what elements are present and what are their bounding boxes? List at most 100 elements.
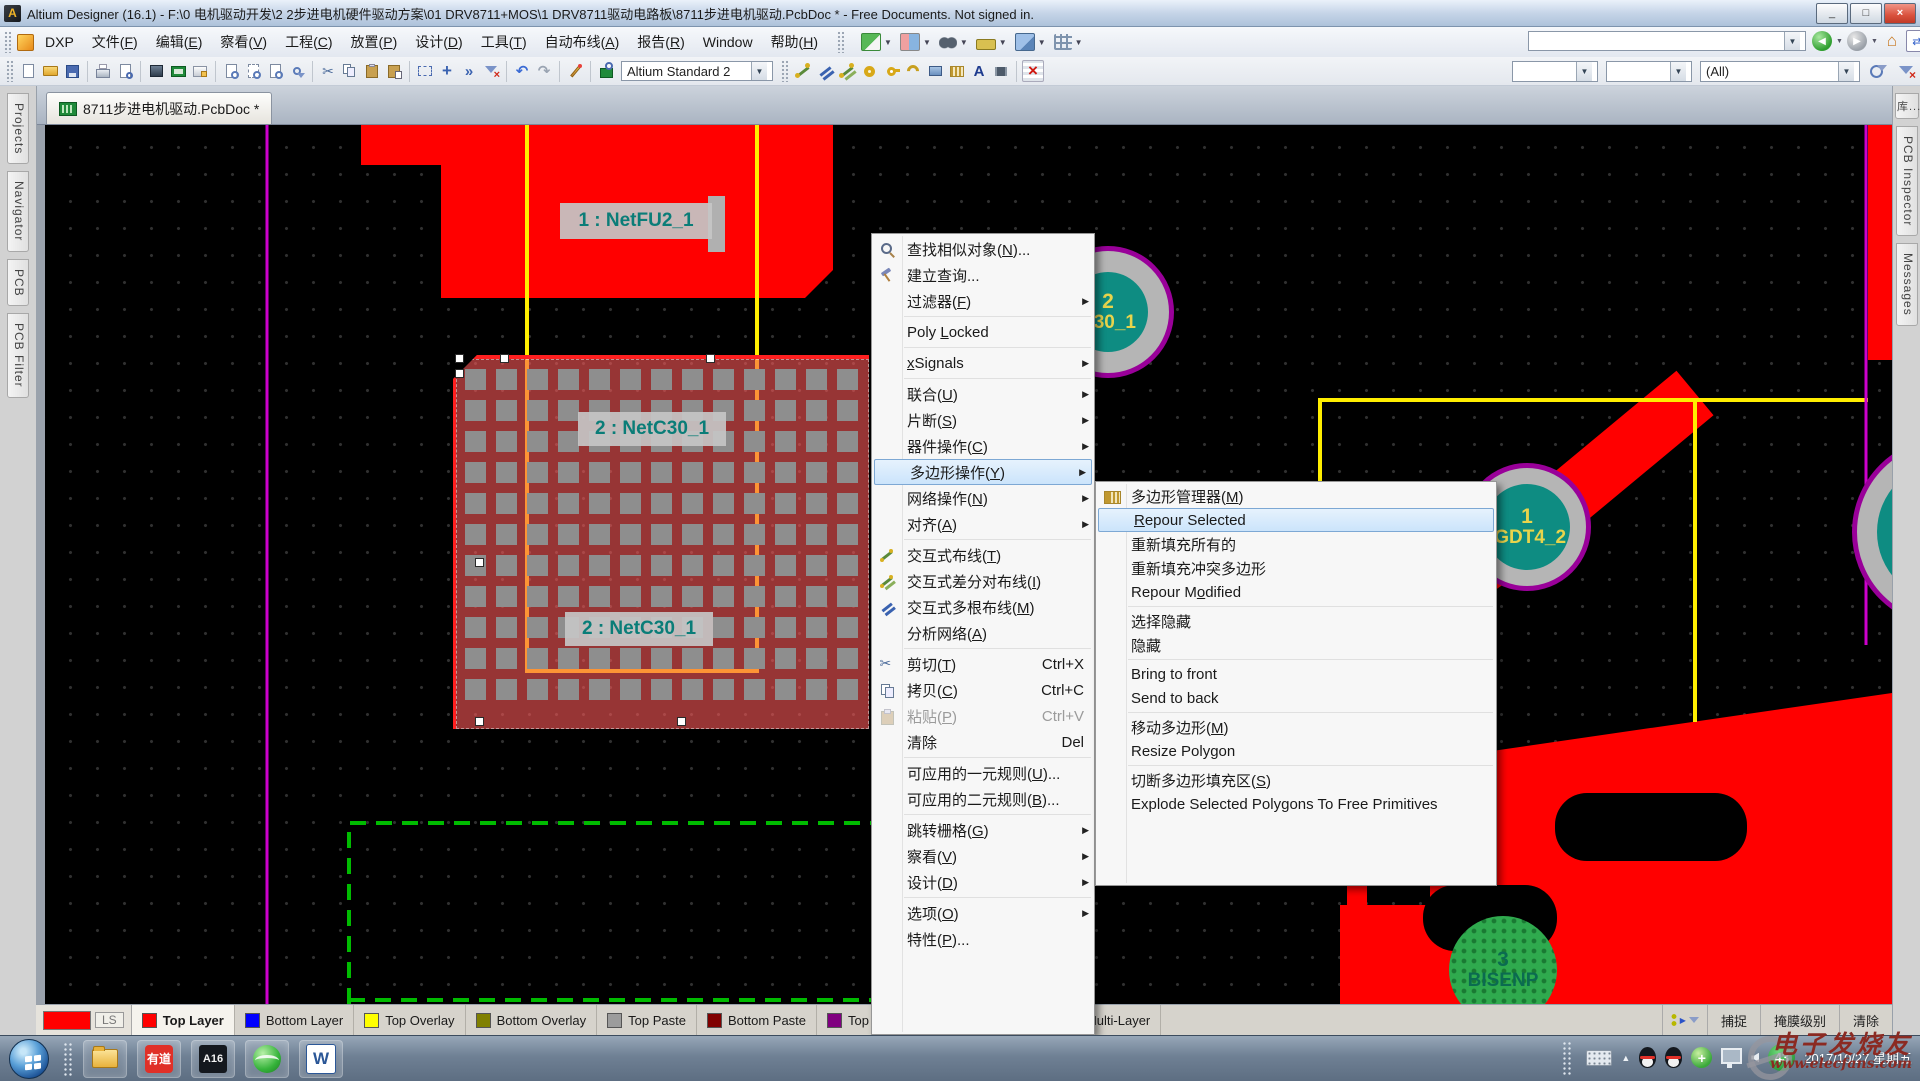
open-document-icon[interactable] [40, 61, 60, 81]
menu-item[interactable]: 网络操作(N)▶ [872, 485, 1094, 511]
menu-item[interactable]: Repour Selected [1098, 508, 1494, 532]
selection-handle[interactable] [706, 354, 715, 363]
toolbar-grip[interactable] [837, 31, 844, 53]
menu-item[interactable]: 查找相似对象(N)... [872, 236, 1094, 262]
chevron-down-icon[interactable]: ▼ [1038, 38, 1046, 47]
clear-filter-icon[interactable] [1896, 62, 1916, 82]
menu-item[interactable]: 可应用的二元规则(B)... [872, 786, 1094, 812]
menu-item[interactable]: 交互式多根布线(M) [872, 594, 1094, 620]
net-label[interactable]: 1 : NetFU2_1 [560, 203, 712, 239]
menubar-item[interactable]: 自动布线(A) [536, 28, 629, 56]
chevron-down-icon[interactable]: ▼ [1075, 38, 1083, 47]
taskbar-app-youdao[interactable]: 有道 [137, 1040, 181, 1078]
move-selection-icon[interactable] [437, 61, 457, 81]
chevron-down-icon[interactable]: ▼ [960, 38, 968, 47]
layer-tab-bottom-paste[interactable]: Bottom Paste [697, 1005, 817, 1035]
menu-item[interactable]: 剪切(T)Ctrl+X [872, 651, 1094, 677]
address-combo[interactable]: ▼ [1528, 31, 1806, 51]
chevron-down-icon[interactable]: ▼ [1838, 62, 1854, 81]
menu-item[interactable]: Resize Polygon [1096, 739, 1496, 763]
menu-item[interactable]: 切断多边形填充区(S) [1096, 768, 1496, 792]
network-icon[interactable] [1721, 1048, 1742, 1064]
chevron-down-icon[interactable]: ▼ [751, 62, 767, 80]
panel-tab-pcb[interactable]: PCB [7, 259, 29, 307]
selection-handle[interactable] [475, 717, 484, 726]
via-icon[interactable] [881, 61, 901, 81]
menu-item[interactable]: xSignals▶ [872, 350, 1094, 376]
safety-shield-icon[interactable]: + [1691, 1047, 1712, 1068]
menu-item[interactable]: 器件操作(C)▶ [872, 433, 1094, 459]
menu-item[interactable]: Repour Modified [1096, 580, 1496, 604]
mask-level-button[interactable]: 掩膜级别 [1760, 1005, 1839, 1035]
redo-icon[interactable] [534, 61, 554, 81]
menu-item[interactable]: 选项(O)▶ [872, 900, 1094, 926]
layer-set-tab[interactable]: LS [36, 1005, 132, 1035]
menu-item[interactable]: 重新填充所有的 [1096, 532, 1496, 556]
utility-dimension-tool[interactable]: ▼ [973, 33, 1010, 52]
menubar-item[interactable]: 文件(F) [83, 28, 147, 56]
menu-item[interactable]: 特性(P)... [872, 926, 1094, 952]
route-diff-pair-icon[interactable] [837, 61, 857, 81]
menu-item[interactable]: 移动多边形(M) [1096, 715, 1496, 739]
component-icon[interactable] [991, 61, 1011, 81]
menu-item[interactable]: 跳转栅格(G)▶ [872, 817, 1094, 843]
snap-options-cluster[interactable]: ▶ [1662, 1005, 1707, 1035]
print-preview-icon[interactable] [115, 61, 135, 81]
menu-item[interactable]: 多边形操作(Y)▶ [874, 459, 1092, 485]
utility-find-tool[interactable]: ▼ [936, 32, 971, 52]
menu-item[interactable]: 多边形管理器(M) [1096, 484, 1496, 508]
selection-handle[interactable] [455, 354, 464, 363]
chevron-down-icon[interactable]: ▼ [884, 38, 892, 47]
forward-icon[interactable]: ▶ [1847, 31, 1867, 51]
menu-item[interactable]: 建立查询... [872, 262, 1094, 288]
home-icon[interactable]: ⌂ [1882, 31, 1902, 51]
chevron-down-icon[interactable]: ▼ [1784, 32, 1800, 50]
panel-tab-library[interactable]: 库... [1895, 93, 1919, 119]
polygon-pour-icon[interactable] [947, 61, 967, 81]
cut-icon[interactable] [318, 61, 338, 81]
taskbar-app-browser[interactable] [245, 1040, 289, 1078]
tray-clock[interactable]: 2017/10/27 星期五 [1804, 1048, 1918, 1067]
menu-item[interactable]: 交互式布线(T) [872, 542, 1094, 568]
toolbar-grip[interactable] [781, 60, 788, 82]
utility-measure-tool[interactable]: ▼ [858, 31, 895, 53]
zoom-document-icon[interactable] [221, 61, 241, 81]
print-icon[interactable] [93, 61, 113, 81]
menu-item[interactable]: Poly Locked [872, 319, 1094, 345]
menu-item[interactable]: 片断(S)▶ [872, 407, 1094, 433]
close-button[interactable]: × [1884, 3, 1916, 24]
chevron-down-icon[interactable]: ▼ [1576, 62, 1592, 81]
menu-item[interactable]: 交互式差分对布线(I) [872, 568, 1094, 594]
qq-icon[interactable] [1665, 1047, 1682, 1068]
minimize-button[interactable]: _ [1816, 3, 1848, 24]
keyboard-icon[interactable] [1586, 1050, 1612, 1066]
workspace-panel-icon[interactable] [190, 61, 210, 81]
arc-icon[interactable] [903, 61, 923, 81]
utility-grid-tool[interactable]: ▼ [1051, 32, 1086, 52]
panel-tab-pcb-inspector[interactable]: PCB Inspector [1896, 126, 1918, 236]
zoom-area-icon[interactable] [243, 61, 263, 81]
route-multi-icon[interactable] [815, 61, 835, 81]
route-interactive-icon[interactable] [793, 61, 813, 81]
zoom-selected-icon[interactable] [287, 61, 307, 81]
snap-button[interactable]: 捕捉 [1707, 1005, 1760, 1035]
layer-tab-top-paste[interactable]: Top Paste [597, 1005, 697, 1035]
menubar-item[interactable]: Window [694, 30, 762, 54]
show-hidden-icons[interactable]: ▲ [1621, 1053, 1630, 1063]
filter-combo-1[interactable]: ▼ [1512, 61, 1598, 82]
back-icon[interactable]: ◀ [1812, 31, 1832, 51]
menu-item[interactable]: Explode Selected Polygons To Free Primit… [1096, 792, 1496, 816]
menu-item[interactable]: 选择隐藏 [1096, 609, 1496, 633]
clear-filter-icon[interactable] [481, 61, 501, 81]
layer-tab-top-overlay[interactable]: Top Overlay [354, 1005, 465, 1035]
document-tab[interactable]: 8711步进电机驱动.PcbDoc * [46, 92, 272, 124]
menu-item[interactable]: 清除Del [872, 729, 1094, 755]
menubar-item[interactable]: 帮助(H) [762, 28, 827, 56]
menubar-item[interactable]: 察看(V) [211, 28, 276, 56]
taskbar-app-altium[interactable]: A16 [191, 1040, 235, 1078]
net-label[interactable]: 2 : NetC30_1 [565, 612, 713, 646]
zoom-filter-icon[interactable] [1868, 62, 1888, 82]
menu-item[interactable]: 拷贝(C)Ctrl+C [872, 677, 1094, 703]
sync-icon[interactable]: ⇄ [1906, 30, 1920, 52]
selection-handle[interactable] [500, 354, 509, 363]
